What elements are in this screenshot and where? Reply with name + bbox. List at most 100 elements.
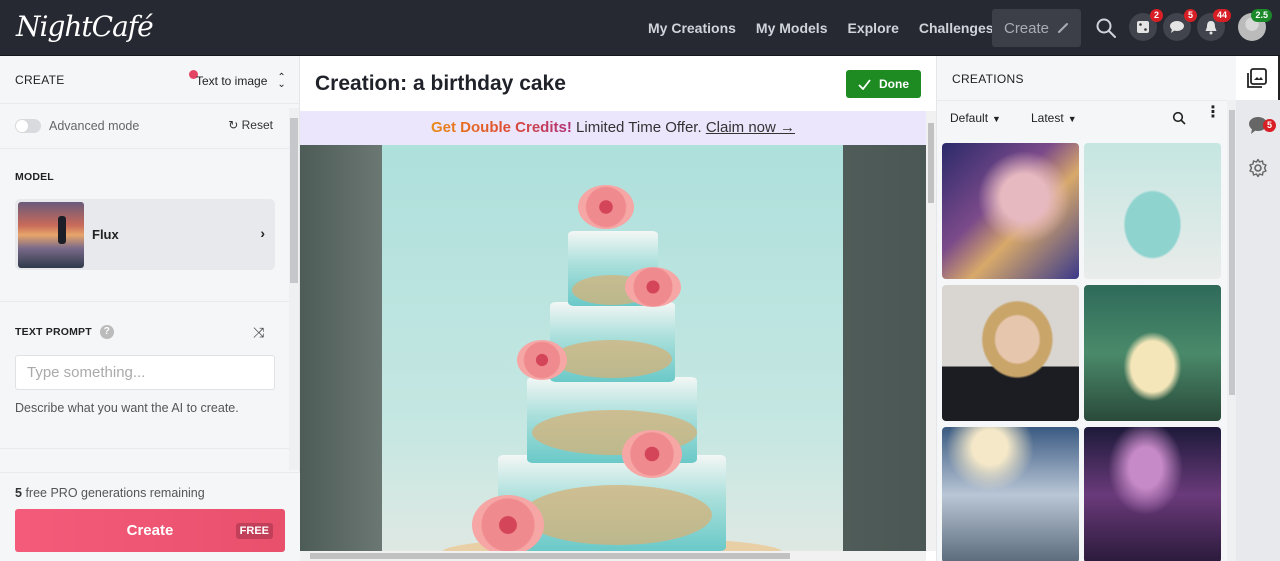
- remaining-text: free PRO generations remaining: [25, 486, 205, 500]
- cake-rose: [578, 185, 634, 229]
- promo-text: Limited Time Offer.: [571, 119, 706, 136]
- creations-panel: CREATIONS Default ▼ Latest ▼ ⋮: [936, 56, 1237, 561]
- search-icon[interactable]: [1094, 16, 1118, 40]
- promo-highlight: Get Double Credits!: [431, 119, 572, 136]
- notifications-button[interactable]: 44: [1197, 9, 1231, 41]
- creation-image[interactable]: [382, 145, 843, 551]
- nav-challenges[interactable]: Challenges: [919, 20, 994, 36]
- creation-thumbnail[interactable]: [1084, 285, 1221, 421]
- nav-my-models[interactable]: My Models: [756, 20, 828, 36]
- notifications-badge: 44: [1212, 9, 1231, 22]
- divider: [0, 301, 289, 302]
- messages-button[interactable]: 5: [1163, 9, 1197, 41]
- nightcafe-logo[interactable]: NightCafé: [16, 10, 154, 43]
- chevron-right-icon: ›: [260, 225, 265, 241]
- create-panel: CREATE Text to image ⌃ ⌄ Advanced mode ↻ …: [0, 56, 300, 561]
- nav-my-creations[interactable]: My Creations: [648, 20, 736, 36]
- creation-thumbnail[interactable]: [1084, 143, 1221, 279]
- time-filter-value: Latest: [1031, 111, 1064, 125]
- sort-filter-value: Default: [950, 111, 989, 125]
- chat-tab[interactable]: 5: [1246, 113, 1276, 137]
- settings-tab[interactable]: [1246, 156, 1270, 180]
- advanced-mode-toggle[interactable]: [15, 119, 41, 133]
- nav-explore[interactable]: Explore: [848, 20, 899, 36]
- search-icon[interactable]: [1172, 111, 1186, 125]
- creation-viewer: Creation: a birthday cake Done Get Doubl…: [300, 56, 936, 561]
- more-options-icon[interactable]: ⋮: [1205, 105, 1221, 121]
- divider: [0, 148, 289, 149]
- chat-bubble-icon: [1170, 21, 1184, 33]
- scrollbar-thumb[interactable]: [1229, 110, 1235, 395]
- model-section-label: MODEL: [15, 171, 54, 183]
- chat-badge: 5: [1262, 119, 1276, 132]
- creations-tab[interactable]: [1236, 56, 1280, 100]
- text-prompt-input[interactable]: [15, 355, 275, 390]
- model-selector[interactable]: Flux ›: [15, 199, 275, 270]
- reset-label: Reset: [241, 118, 273, 132]
- credits-badge: 2.5: [1251, 9, 1272, 22]
- create-footer: 5 free PRO generations remaining Create …: [0, 472, 300, 561]
- creation-thumbnail[interactable]: [942, 143, 1079, 279]
- creation-thumbnail[interactable]: [942, 427, 1079, 561]
- advanced-mode-label: Advanced mode: [49, 119, 140, 133]
- divider: [937, 100, 1237, 101]
- messages-badge: 5: [1183, 9, 1197, 22]
- cake-sprinkles: [552, 340, 672, 378]
- user-avatar[interactable]: 2.5: [1238, 9, 1272, 41]
- checkmark-icon: [858, 78, 871, 90]
- nav-create-label: Create: [1003, 19, 1050, 37]
- creation-title: Creation: a birthday cake: [315, 72, 566, 95]
- cake-rose: [517, 340, 567, 380]
- creation-mode-value: Text to image: [196, 74, 268, 88]
- brush-icon: [1058, 23, 1069, 33]
- cake-sprinkles: [522, 485, 712, 545]
- scrollbar-thumb[interactable]: [310, 553, 790, 559]
- model-name: Flux: [92, 227, 119, 242]
- claim-now-link[interactable]: Claim now →: [706, 119, 795, 136]
- scrollbar-thumb[interactable]: [290, 118, 298, 283]
- shuffle-icon[interactable]: ⤨: [253, 324, 264, 341]
- model-thumbnail: [18, 201, 84, 268]
- create-form-scroll: Advanced mode ↻ Reset MODEL Flux › TEXT …: [0, 104, 300, 472]
- chevron-down-icon: ▼: [992, 114, 1001, 124]
- create-panel-title: CREATE: [15, 73, 65, 87]
- advanced-mode-row: Advanced mode ↻ Reset: [15, 116, 275, 136]
- top-navbar: NightCafé My Creations My Models Explore…: [0, 0, 1280, 56]
- text-prompt-section-label: TEXT PROMPT?: [15, 325, 114, 339]
- creation-thumbnail[interactable]: [1084, 427, 1221, 561]
- nav-create-button[interactable]: Create: [992, 9, 1081, 47]
- creation-thumbnail[interactable]: [942, 285, 1079, 421]
- free-generations-remaining: 5 free PRO generations remaining: [15, 486, 205, 500]
- viewer-horizontal-scrollbar[interactable]: [300, 551, 926, 561]
- scrollbar-thumb[interactable]: [928, 123, 934, 203]
- refresh-icon: ↻: [228, 118, 239, 132]
- cake-rose: [625, 267, 681, 307]
- creation-mode-select[interactable]: Text to image ⌃ ⌄: [196, 72, 286, 90]
- creations-title: CREATIONS: [952, 72, 1024, 86]
- remaining-count: 5: [15, 486, 22, 500]
- cake-rose: [622, 430, 682, 478]
- bell-icon: [1205, 20, 1217, 34]
- chevron-down-icon: ▼: [1067, 114, 1077, 124]
- left-scrollbar[interactable]: [289, 108, 299, 470]
- dice-badge: 2: [1149, 9, 1163, 22]
- done-label: Done: [879, 77, 909, 91]
- image-viewport: [300, 145, 926, 551]
- chevron-updown-icon: ⌃ ⌄: [277, 72, 286, 90]
- dice-button[interactable]: 2: [1129, 9, 1163, 41]
- gallery-icon: [1247, 68, 1267, 88]
- create-button-label: Create: [126, 522, 174, 539]
- reset-button[interactable]: ↻ Reset: [228, 118, 273, 132]
- viewer-vertical-scrollbar[interactable]: [926, 111, 936, 551]
- done-button[interactable]: Done: [846, 70, 921, 98]
- cake-rose: [472, 495, 544, 551]
- text-prompt-help: Describe what you want the AI to create.: [15, 401, 239, 415]
- text-prompt-label: TEXT PROMPT: [15, 325, 92, 338]
- sort-filter-dropdown[interactable]: Default ▼: [950, 111, 1001, 125]
- free-tag: FREE: [235, 523, 273, 539]
- dice-icon: [1137, 21, 1149, 33]
- create-button[interactable]: Create FREE: [15, 509, 285, 552]
- help-icon[interactable]: ?: [99, 325, 114, 339]
- time-filter-dropdown[interactable]: Latest ▼: [1031, 111, 1077, 125]
- gear-icon: [1249, 158, 1267, 178]
